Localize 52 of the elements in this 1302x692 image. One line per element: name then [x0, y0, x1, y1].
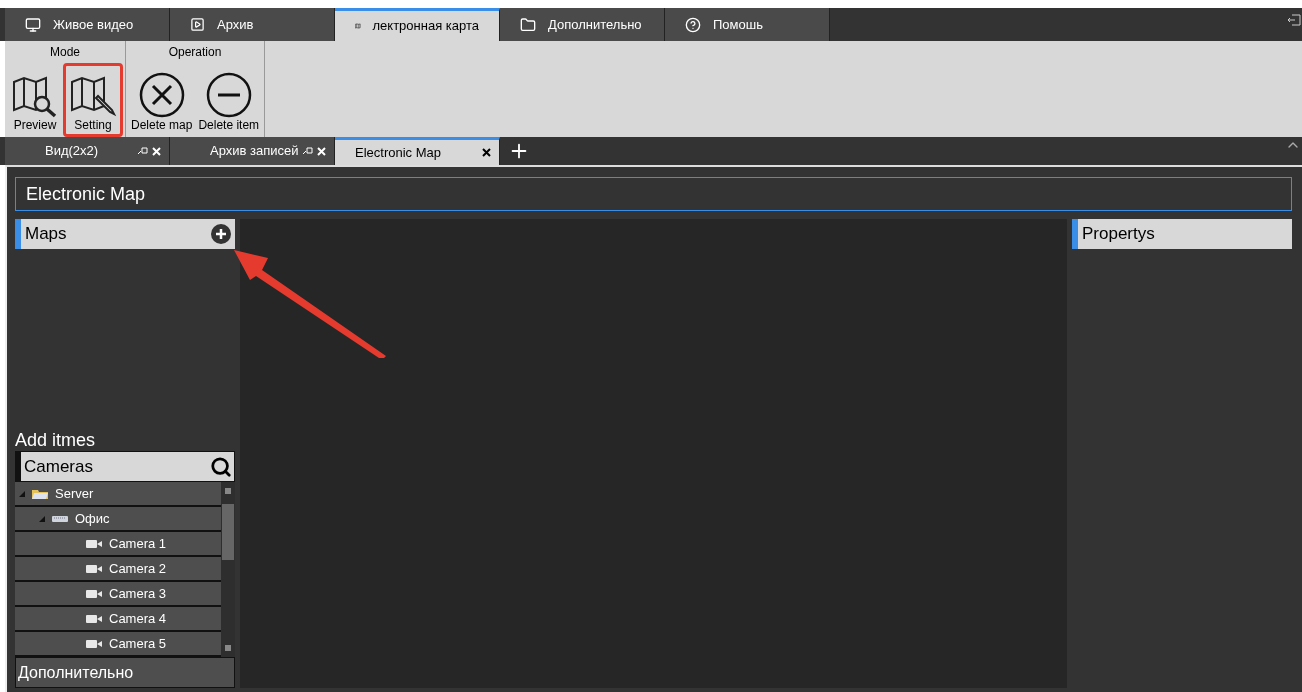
ribbon-group-title: Operation — [168, 44, 222, 61]
tree-label: Camera 1 — [109, 534, 167, 553]
cameras-search-field[interactable]: Cameras — [15, 451, 235, 482]
camera-icon — [85, 613, 103, 624]
camera-icon — [85, 638, 103, 649]
document-tab[interactable]: Electronic Map — [335, 137, 500, 165]
exit-icon[interactable] — [1287, 13, 1301, 27]
pin-icon[interactable] — [138, 147, 148, 155]
camera-icon — [85, 588, 103, 599]
document-tab[interactable]: Вид(2x2) — [5, 137, 170, 165]
tree-label: Camera 3 — [109, 584, 167, 603]
folder-icon — [520, 16, 536, 33]
main-tab[interactable]: Дополнительно — [500, 8, 665, 41]
tree-label: Camera 5 — [109, 634, 167, 653]
scrollbar[interactable] — [221, 482, 235, 657]
tree-row[interactable]: Офис — [15, 507, 221, 532]
tree-label: Server — [55, 484, 94, 503]
ribbon-button[interactable]: Setting — [63, 63, 123, 137]
section-header: Дополнительно — [15, 657, 235, 688]
main-tab[interactable]: Помошь — [665, 8, 830, 41]
main-tab[interactable]: Архив — [170, 8, 335, 41]
monitor-icon — [25, 16, 41, 33]
main-tab[interactable]: лектронная карта — [335, 8, 500, 41]
section-title: Add itmes — [15, 430, 97, 450]
tree-row[interactable]: Camera 4 — [15, 607, 221, 632]
pin-icon[interactable] — [303, 147, 313, 155]
panel-title: Maps — [25, 223, 68, 246]
properties-header: Propertys — [1072, 219, 1292, 249]
document-tab[interactable]: Архив записей — [170, 137, 335, 165]
ribbon-button[interactable]: Delete item — [195, 63, 263, 137]
tree-row[interactable]: Camera 5 — [15, 632, 221, 657]
help-icon — [685, 16, 701, 33]
close-icon[interactable] — [482, 148, 491, 157]
ribbon-button[interactable]: Preview — [7, 63, 63, 137]
camera-icon — [85, 563, 103, 574]
ribbon-button[interactable]: Delete map — [128, 63, 196, 137]
tree-label: Camera 4 — [109, 609, 167, 628]
folder-icon — [31, 487, 49, 500]
tree-row[interactable]: Camera 1 — [15, 532, 221, 557]
play-icon — [190, 17, 205, 32]
camera-icon — [85, 538, 103, 549]
device-icon — [51, 514, 69, 523]
main-tab[interactable]: Живое видео — [5, 8, 170, 41]
add-icon[interactable] — [211, 224, 231, 244]
page-title: Electronic Map — [15, 177, 1292, 211]
tree-label: Camera 2 — [109, 559, 167, 578]
ribbon-group-title: Mode — [50, 44, 80, 61]
tree-label: Офис — [75, 509, 110, 528]
tree-row[interactable]: Camera 3 — [15, 582, 221, 607]
search-icon[interactable] — [210, 455, 232, 478]
tree-row[interactable]: Camera 2 — [15, 557, 221, 582]
tree-row[interactable]: Server — [15, 482, 221, 507]
